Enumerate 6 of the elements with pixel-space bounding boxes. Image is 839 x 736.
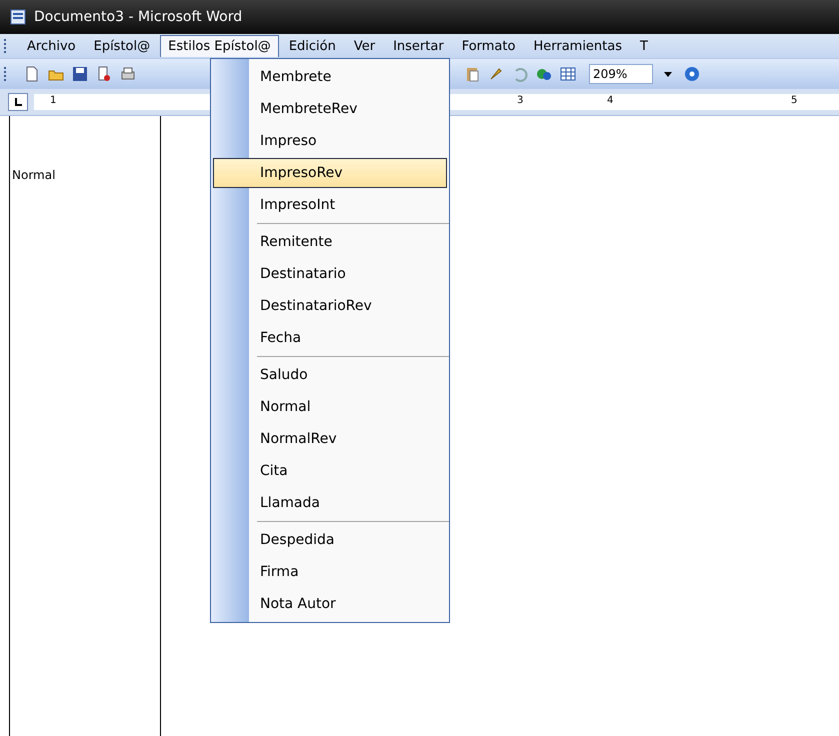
window-title: Documento3 - Microsoft Word [34, 9, 242, 25]
ruler-number: 1 [50, 95, 56, 106]
ruler-number: 4 [607, 95, 614, 106]
ruler-number: 3 [517, 95, 524, 106]
style-name: Normal [12, 168, 56, 182]
ruler-number: 5 [791, 95, 798, 106]
